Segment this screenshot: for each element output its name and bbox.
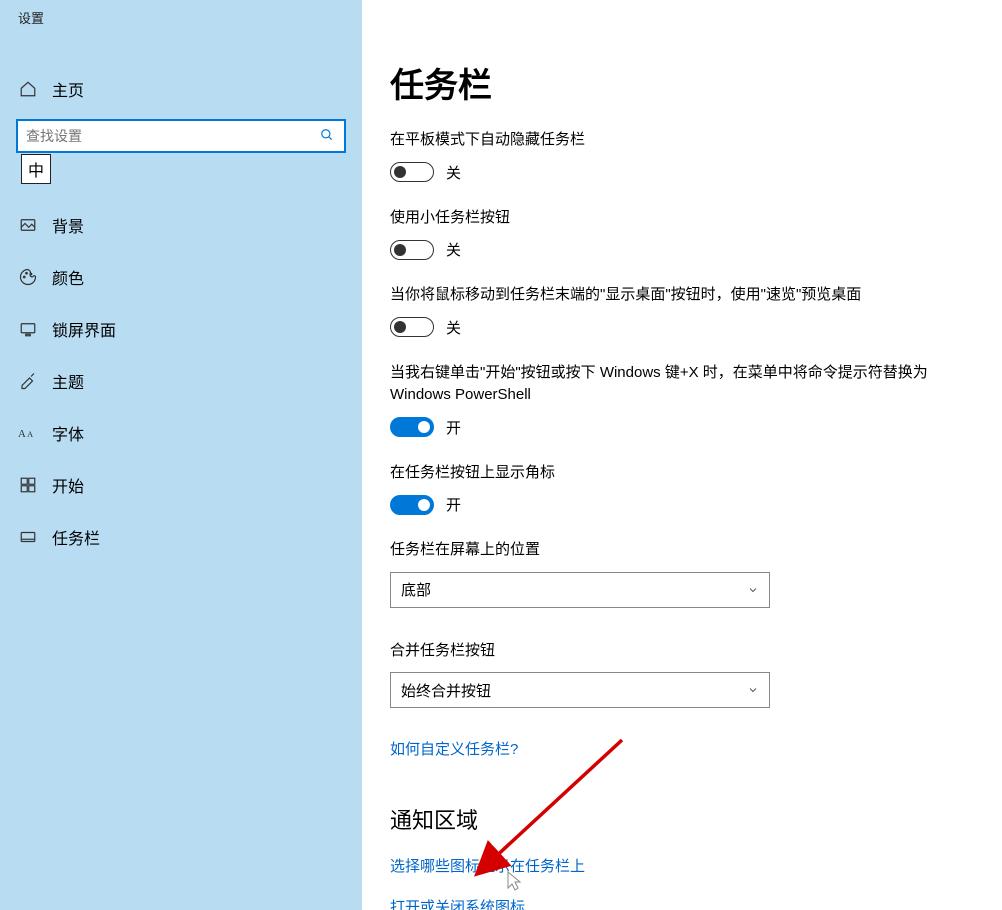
toggle-powershell[interactable] bbox=[390, 417, 434, 437]
toggle-badges[interactable] bbox=[390, 495, 434, 515]
background-icon bbox=[18, 215, 38, 235]
dropdown-position[interactable]: 底部 bbox=[390, 572, 770, 608]
toggle-small-buttons[interactable] bbox=[390, 240, 434, 260]
link-system-icons-onoff[interactable]: 打开或关闭系统图标 bbox=[390, 896, 972, 910]
toggle-state: 关 bbox=[446, 162, 461, 183]
svg-text:A: A bbox=[18, 428, 26, 440]
setting-label: 使用小任务栏按钮 bbox=[390, 207, 950, 230]
sidebar-item-taskbar[interactable]: 任务栏 bbox=[0, 511, 362, 563]
setting-label: 当你将鼠标移动到任务栏末端的"显示桌面"按钮时，使用"速览"预览桌面 bbox=[390, 284, 950, 307]
sidebar-item-label: 字体 bbox=[52, 421, 84, 445]
dropdown-value: 始终合并按钮 bbox=[401, 680, 491, 701]
setting-label: 在平板模式下自动隐藏任务栏 bbox=[390, 129, 950, 152]
colors-icon bbox=[18, 267, 38, 287]
page-title: 任务栏 bbox=[390, 58, 972, 107]
sidebar-item-label: 锁屏界面 bbox=[52, 317, 116, 341]
sidebar-item-themes[interactable]: 主题 bbox=[0, 355, 362, 407]
search-input-container[interactable] bbox=[16, 119, 346, 153]
sidebar-item-label: 背景 bbox=[52, 213, 84, 237]
search-icon bbox=[320, 128, 336, 144]
toggle-state: 关 bbox=[446, 317, 461, 338]
sidebar-item-label: 主题 bbox=[52, 369, 84, 393]
taskbar-icon bbox=[18, 527, 38, 547]
setting-show-badges: 在任务栏按钮上显示角标 开 bbox=[390, 462, 972, 516]
sidebar-item-home[interactable]: 主页 bbox=[0, 65, 362, 115]
chevron-down-icon bbox=[747, 684, 759, 696]
chevron-down-icon bbox=[747, 584, 759, 596]
nav-list: 背景 颜色 锁屏界面 主题 AA 字体 bbox=[0, 199, 362, 563]
svg-text:A: A bbox=[27, 430, 33, 439]
themes-icon bbox=[18, 371, 38, 391]
setting-combine: 合并任务栏按钮 始终合并按钮 bbox=[390, 640, 972, 709]
toggle-state: 开 bbox=[446, 494, 461, 515]
start-icon bbox=[18, 475, 38, 495]
toggle-state: 开 bbox=[446, 417, 461, 438]
sidebar-item-fonts[interactable]: AA 字体 bbox=[0, 407, 362, 459]
setting-peek-desktop: 当你将鼠标移动到任务栏末端的"显示桌面"按钮时，使用"速览"预览桌面 关 bbox=[390, 284, 972, 338]
sidebar-item-background[interactable]: 背景 bbox=[0, 199, 362, 251]
sidebar-item-colors[interactable]: 颜色 bbox=[0, 251, 362, 303]
sidebar-item-label: 开始 bbox=[52, 473, 84, 497]
sidebar-item-lockscreen[interactable]: 锁屏界面 bbox=[0, 303, 362, 355]
fonts-icon: AA bbox=[18, 423, 38, 443]
setting-label: 合并任务栏按钮 bbox=[390, 640, 950, 663]
setting-small-buttons: 使用小任务栏按钮 关 bbox=[390, 207, 972, 261]
sidebar-item-label: 任务栏 bbox=[52, 525, 100, 549]
toggle-peek-desktop[interactable] bbox=[390, 317, 434, 337]
toggle-autohide-tablet[interactable] bbox=[390, 162, 434, 182]
home-label: 主页 bbox=[52, 77, 84, 101]
ime-badge[interactable]: 中 bbox=[21, 154, 51, 184]
sidebar-item-label: 颜色 bbox=[52, 265, 84, 289]
section-heading-notification: 通知区域 bbox=[390, 803, 972, 835]
setting-label: 当我右键单击"开始"按钮或按下 Windows 键+X 时，在菜单中将命令提示符… bbox=[390, 362, 950, 407]
toggle-state: 关 bbox=[446, 239, 461, 260]
app-title: 设置 bbox=[0, 0, 362, 31]
setting-autohide-tablet: 在平板模式下自动隐藏任务栏 关 bbox=[390, 129, 972, 183]
home-icon bbox=[18, 79, 38, 99]
search-input[interactable] bbox=[26, 128, 320, 144]
dropdown-value: 底部 bbox=[401, 579, 431, 600]
setting-powershell-replace: 当我右键单击"开始"按钮或按下 Windows 键+X 时，在菜单中将命令提示符… bbox=[390, 362, 972, 438]
setting-label: 在任务栏按钮上显示角标 bbox=[390, 462, 950, 485]
setting-position: 任务栏在屏幕上的位置 底部 bbox=[390, 539, 972, 608]
main-content: 任务栏 在平板模式下自动隐藏任务栏 关 使用小任务栏按钮 关 当你将鼠标移动到任… bbox=[362, 0, 1002, 910]
sidebar: 设置 主页 中 背景 颜色 锁屏界面 bbox=[0, 0, 362, 910]
link-select-taskbar-icons[interactable]: 选择哪些图标显示在任务栏上 bbox=[390, 855, 972, 876]
setting-label: 任务栏在屏幕上的位置 bbox=[390, 539, 950, 562]
dropdown-combine[interactable]: 始终合并按钮 bbox=[390, 672, 770, 708]
link-help-customize[interactable]: 如何自定义任务栏? bbox=[390, 738, 972, 759]
lockscreen-icon bbox=[18, 319, 38, 339]
sidebar-item-start[interactable]: 开始 bbox=[0, 459, 362, 511]
